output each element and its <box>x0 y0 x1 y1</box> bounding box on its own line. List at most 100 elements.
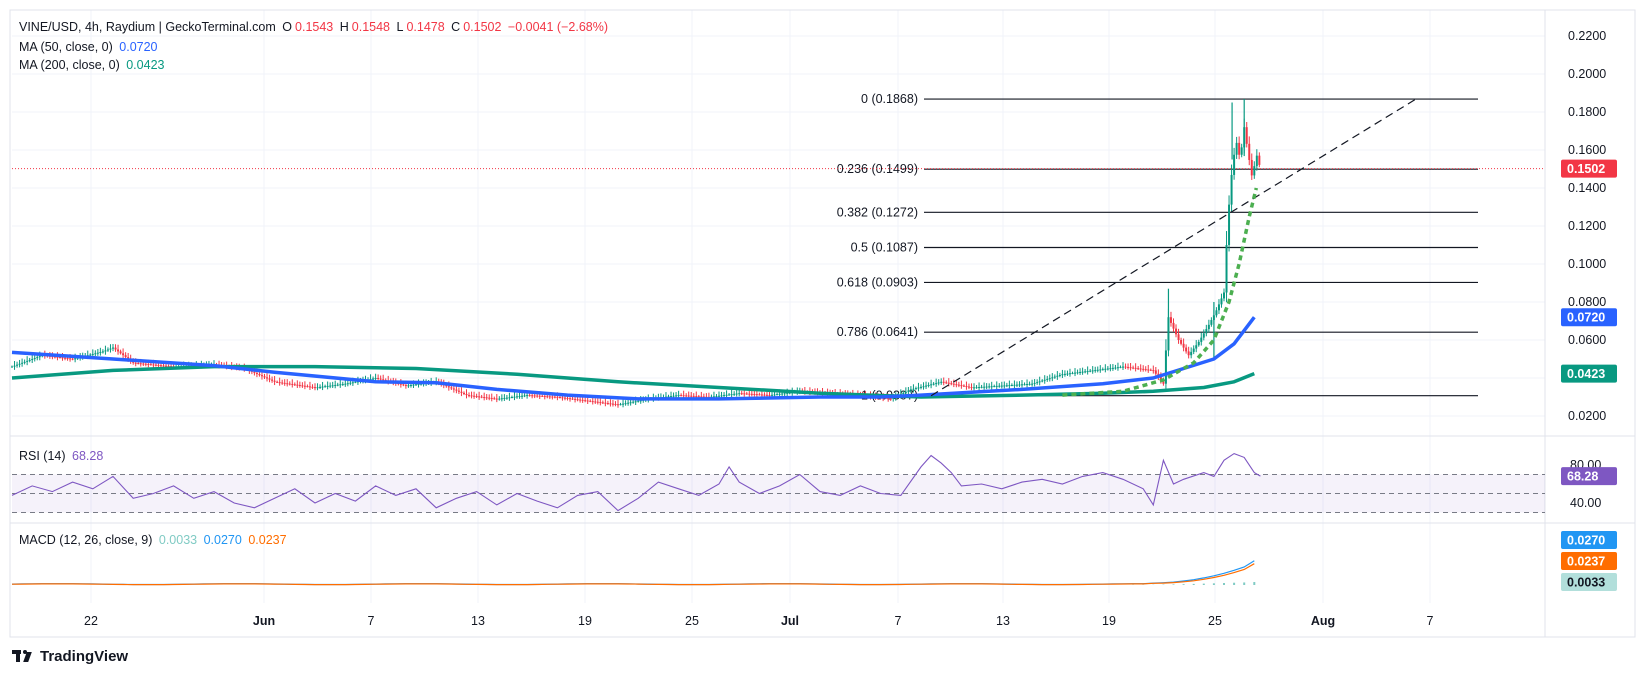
symbol-title: VINE/USD, 4h, Raydium | GeckoTerminal.co… <box>19 20 276 34</box>
candle-body <box>28 359 31 361</box>
tradingview-brand[interactable]: TradingView <box>12 648 128 665</box>
fib-level-label: 0.236 (0.1499) <box>837 162 918 176</box>
candle-body <box>1122 366 1124 368</box>
candle-body <box>1192 348 1195 352</box>
candle-body <box>1084 371 1087 373</box>
candle-body <box>311 386 314 388</box>
macd-line-tag: 0.0270 <box>1561 531 1617 549</box>
chart-canvas[interactable]: 0 (0.1868) 0.236 (0.1499) 0.382 (0.1272) 0.… <box>0 0 1637 676</box>
candle-body <box>773 394 776 396</box>
candle-body <box>925 385 928 387</box>
candle-body <box>622 403 625 405</box>
open-label: O <box>282 20 293 34</box>
candle-body <box>518 396 521 398</box>
candle-body <box>402 384 405 386</box>
candle-body <box>349 382 352 384</box>
candle-body <box>500 398 503 400</box>
ma50-line <box>11 316 1256 401</box>
candle-body <box>1101 369 1104 371</box>
price-tick-label: 0.1200 <box>1568 219 1606 233</box>
ma50-value: 0.0720 <box>119 40 158 54</box>
candle-body <box>533 395 536 397</box>
candle-body <box>611 403 614 405</box>
macd-hist-value: 0.0033 <box>158 533 198 547</box>
candle-body <box>119 351 122 354</box>
candle-body <box>768 394 771 396</box>
candle-body <box>286 383 289 385</box>
candle-body <box>354 381 357 383</box>
candle-body <box>94 353 97 355</box>
candle-body <box>18 363 21 365</box>
time-tick-label: 7 <box>368 614 375 628</box>
fib-level-label: 0.618 (0.0903) <box>837 275 918 289</box>
candle-body <box>725 394 728 396</box>
candle-body <box>735 393 738 395</box>
candle-body <box>1096 369 1099 371</box>
time-tick-label: 25 <box>685 614 699 628</box>
candle-body <box>571 398 574 400</box>
candle-body <box>1137 368 1140 370</box>
candle-body <box>957 384 960 386</box>
candle-body <box>745 393 748 395</box>
candle-body <box>965 386 968 388</box>
candle-body <box>96 352 99 354</box>
candle-body <box>276 381 279 383</box>
ma50-label: MA (50, close, 0) <box>19 40 113 54</box>
rsi-tick-label: 40.00 <box>1570 496 1601 510</box>
candle-body <box>91 353 94 355</box>
candle-body <box>932 383 935 385</box>
candle-body <box>758 394 761 396</box>
candle-body <box>341 384 344 386</box>
rsi-label: RSI (14) <box>19 449 66 463</box>
candle-body <box>1058 374 1061 376</box>
candle-body <box>1056 375 1059 377</box>
rsi-pane[interactable] <box>11 452 1545 513</box>
candle-body <box>995 385 998 387</box>
price-tick-label: 0.1600 <box>1568 143 1606 157</box>
candle-body <box>480 396 483 398</box>
rsi-value: 68.28 <box>72 449 104 463</box>
candle-body <box>1127 366 1130 368</box>
candle-body <box>1169 317 1172 323</box>
candle-body <box>556 396 559 398</box>
price-axis[interactable]: 0.2200 0.2000 0.1800 0.1600 0.1400 0.1200 0.10… <box>1561 29 1617 591</box>
candle-body <box>1235 142 1238 155</box>
candle-body <box>1021 384 1023 386</box>
fib-level-label: 0.786 (0.0641) <box>837 325 918 339</box>
macd-line-value: 0.0270 <box>203 533 242 547</box>
candle-body <box>983 386 986 388</box>
fibonacci-levels[interactable]: 0 (0.1868) 0.236 (0.1499) 0.382 (0.1272) 0.… <box>837 92 1478 403</box>
candle-body <box>917 387 920 389</box>
candle-body <box>1154 370 1157 374</box>
macd-legend[interactable]: MACD (12, 26, close, 9) 0.0033 0.0270 0.… <box>19 533 290 547</box>
candle-body <box>1185 347 1188 352</box>
candle-body <box>1195 345 1198 349</box>
ma200-legend[interactable]: MA (200, close, 0) 0.0423 <box>19 58 167 72</box>
candle-body <box>1079 371 1082 373</box>
candle-body <box>407 385 410 387</box>
candle-body <box>293 384 296 386</box>
candle-body <box>1033 382 1036 384</box>
candle-body <box>1200 337 1203 342</box>
ma50-tag: 0.0720 <box>1561 308 1617 327</box>
candle-body <box>473 395 476 397</box>
ma50-legend[interactable]: MA (50, close, 0) 0.0720 <box>19 40 161 54</box>
candle-body <box>548 396 551 398</box>
rsi-legend[interactable]: RSI (14) 68.28 <box>19 449 106 463</box>
candle-body <box>1048 378 1051 380</box>
macd-hist-tag: 0.0033 <box>1561 573 1617 591</box>
candle-body <box>1147 369 1150 371</box>
price-pane[interactable] <box>11 98 1545 408</box>
candle-body <box>1253 166 1256 176</box>
candle-body <box>1215 310 1218 316</box>
candle-body <box>584 400 587 402</box>
candle-body <box>516 396 518 398</box>
candle-body <box>781 393 784 395</box>
macd-pane[interactable] <box>11 560 1256 586</box>
candle-body <box>1124 366 1127 368</box>
time-tick-label: Jul <box>781 614 799 628</box>
candle-body <box>728 394 731 396</box>
candle-body <box>697 396 700 398</box>
time-axis[interactable]: 22 Jun 7 13 19 25 Jul 7 13 19 25 Aug 7 <box>84 614 1433 628</box>
candle-body <box>1228 204 1231 245</box>
